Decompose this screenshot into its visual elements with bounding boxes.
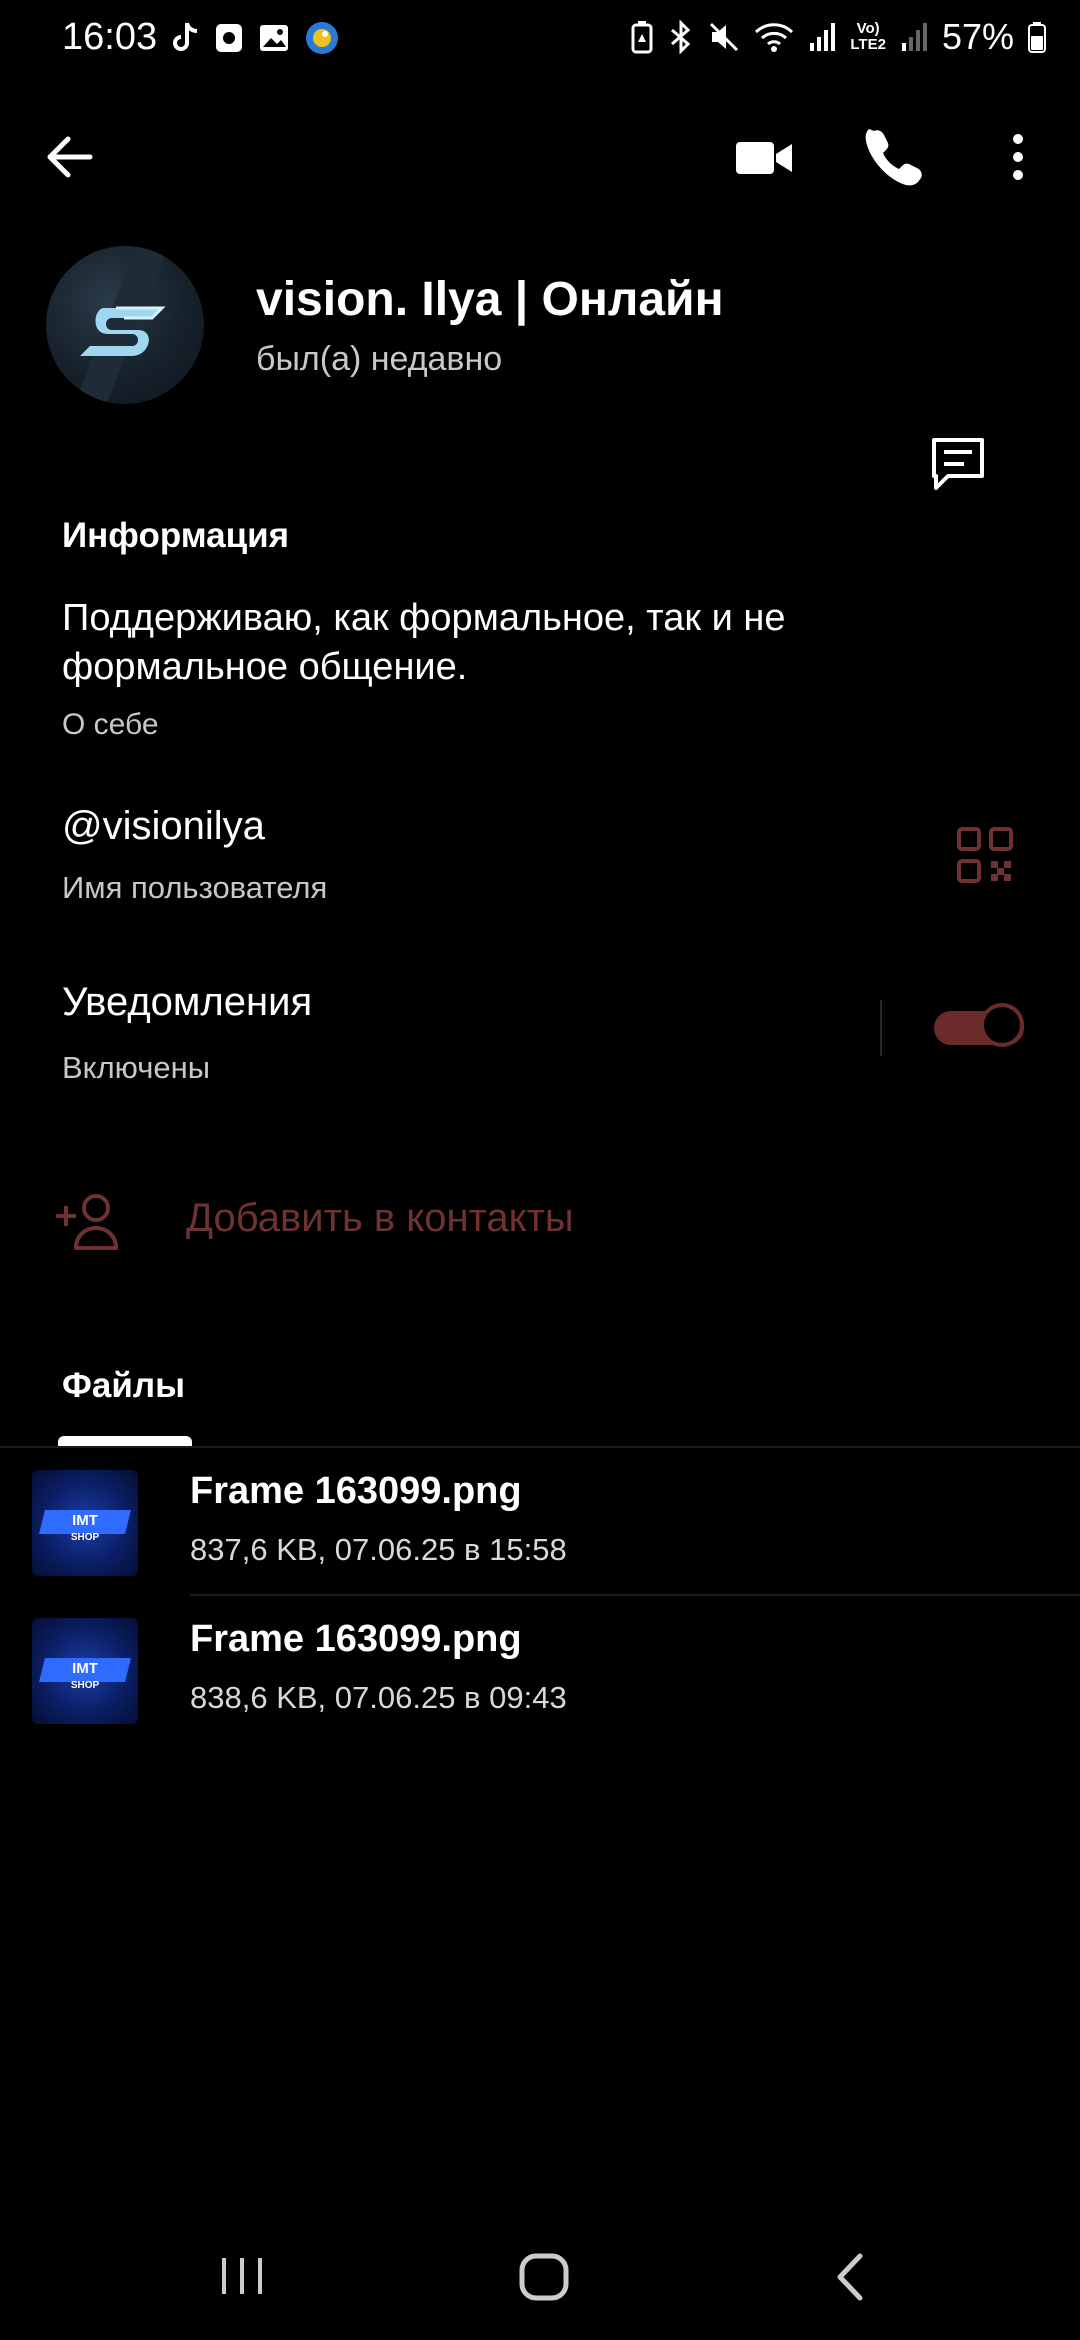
signal-icon: [808, 21, 836, 53]
file-thumbnail: IMT SHOP: [32, 1470, 138, 1576]
thumbnail-subtext: SHOP: [70, 1680, 100, 1691]
file-meta: 837,6 KB, 07.06.25 в 15:58: [190, 1532, 567, 1567]
system-back-button[interactable]: [832, 2252, 868, 2302]
bluetooth-icon: [668, 20, 694, 54]
tiktok-icon: [170, 21, 200, 55]
file-item[interactable]: IMT SHOP Frame 163099.png 837,6 KB, 07.0…: [0, 1448, 1080, 1596]
bio-text: Поддерживаю, как формальное, так и не фо…: [62, 597, 786, 688]
info-section-title: Информация: [62, 516, 290, 555]
video-call-button[interactable]: [732, 130, 796, 186]
home-icon: [519, 2253, 569, 2301]
notifications-toggle[interactable]: [934, 1003, 1026, 1051]
username-label: Имя пользователя: [62, 870, 328, 905]
recent-apps-button[interactable]: [218, 2254, 266, 2298]
thumbnail-subtext: SHOP: [70, 1532, 100, 1543]
status-notification-icons: [170, 20, 340, 56]
file-thumbnail: IMT SHOP: [32, 1618, 138, 1724]
system-back-icon: [837, 2253, 863, 2301]
phone-icon: [865, 129, 922, 186]
voice-call-button[interactable]: [862, 125, 926, 189]
username-value[interactable]: @visionilya: [62, 804, 265, 849]
volte-lte2-icon: Vo) LTE2: [850, 21, 886, 53]
mute-icon: [708, 20, 740, 54]
battery-icon: [1028, 21, 1046, 53]
volte-label: Vo): [856, 20, 880, 37]
notifications-title[interactable]: Уведомления: [62, 980, 312, 1025]
files-tab[interactable]: Файлы: [62, 1366, 185, 1406]
status-system-icons: Vo) LTE2 57%: [630, 16, 1046, 58]
lte-label: LTE2: [850, 36, 886, 53]
battery-percent: 57%: [941, 16, 1014, 57]
profile-name: vision. Ilya | Онлайн: [256, 273, 724, 326]
back-arrow-icon: [47, 136, 93, 178]
avatar-logo-icon: [74, 246, 169, 404]
gallery-icon: [258, 22, 290, 54]
file-meta: 838,6 KB, 07.06.25 в 09:43: [190, 1680, 567, 1715]
notifications-value: Включены: [62, 1050, 211, 1085]
wifi-icon: [754, 20, 794, 54]
battery-saver-icon: [630, 20, 654, 54]
bio-label: О себе: [62, 708, 159, 741]
signal-icon: [900, 21, 928, 53]
home-button[interactable]: [518, 2252, 570, 2302]
add-contact-icon[interactable]: [54, 1192, 124, 1252]
qr-code-icon: [957, 827, 1013, 883]
notifications-divider: [880, 1000, 882, 1056]
profile-last-seen: был(а) недавно: [256, 340, 503, 378]
toggle-knob: [980, 1003, 1024, 1047]
camera-app-icon: [214, 22, 244, 54]
recent-apps-icon: [222, 2258, 262, 2294]
file-name: Frame 163099.png: [190, 1618, 522, 1660]
message-icon: [932, 438, 984, 490]
avatar[interactable]: [46, 246, 204, 404]
files-tab-indicator: [58, 1436, 192, 1446]
file-item[interactable]: IMT SHOP Frame 163099.png 838,6 KB, 07.0…: [0, 1596, 1080, 1744]
thumbnail-text: IMT: [72, 1660, 98, 1677]
status-time: 16:03: [62, 16, 158, 58]
qr-code-button[interactable]: [956, 826, 1014, 884]
more-options-button[interactable]: [1000, 125, 1036, 189]
add-contact-button[interactable]: Добавить в контакты: [186, 1196, 574, 1241]
back-button[interactable]: [40, 125, 104, 189]
video-call-icon: [736, 142, 792, 174]
thumbnail-text: IMT: [72, 1512, 98, 1529]
file-name: Frame 163099.png: [190, 1470, 522, 1512]
game-app-icon: [304, 20, 340, 56]
send-message-button[interactable]: [926, 432, 990, 496]
more-vertical-icon: [1013, 134, 1023, 180]
